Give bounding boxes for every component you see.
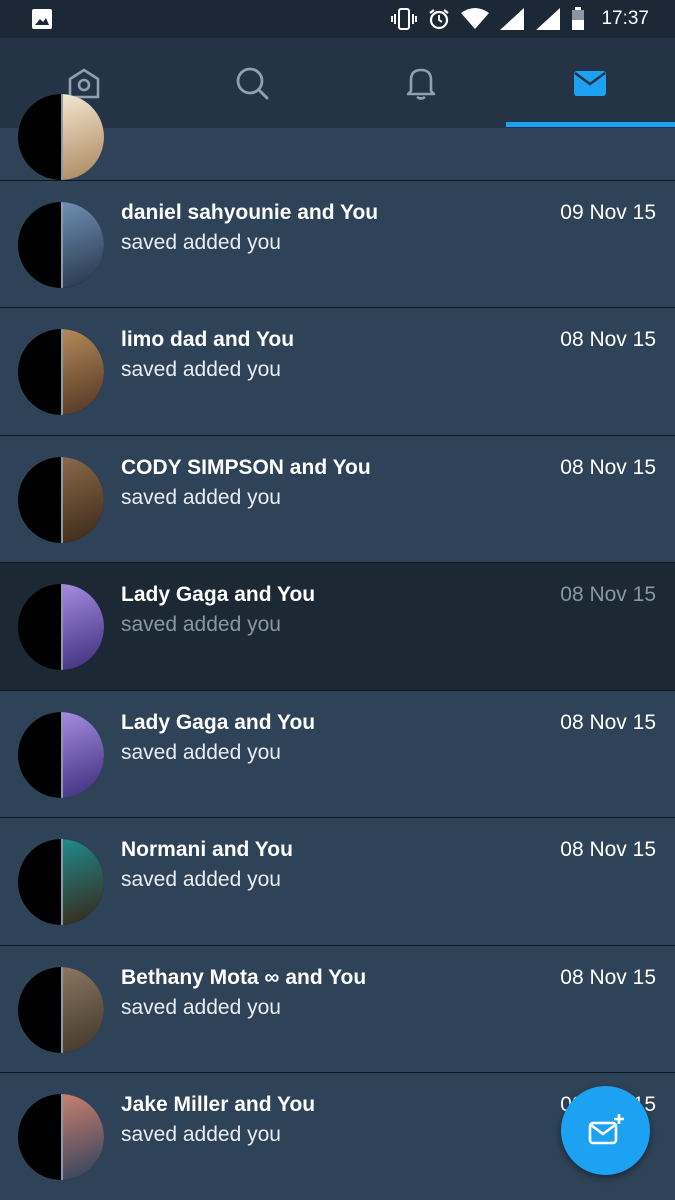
avatar — [18, 584, 104, 670]
list-item[interactable]: CODY SIMPSON and You saved added you 08 No… — [0, 435, 675, 563]
avatar-photo — [63, 1094, 104, 1180]
vibrate-icon — [391, 8, 418, 30]
avatar — [18, 329, 104, 415]
message-preview: saved added you — [121, 358, 281, 381]
avatar — [18, 712, 104, 798]
list-item-partial[interactable] — [0, 94, 675, 180]
message-preview: saved added you — [121, 231, 281, 254]
list-item[interactable]: Lady Gaga and You saved added you 08 Nov 1… — [0, 562, 675, 690]
conversation-name: Lady Gaga and You — [121, 711, 316, 734]
tab-messages[interactable] — [506, 38, 674, 128]
status-time: 17:37 — [601, 8, 649, 29]
compose-message-icon — [588, 1113, 624, 1144]
new-message-button[interactable] — [561, 1086, 650, 1175]
search-icon — [236, 67, 269, 100]
avatar — [18, 202, 104, 288]
mail-icon — [574, 71, 606, 96]
message-preview: saved added you — [121, 996, 281, 1019]
battery-icon — [572, 7, 585, 30]
conversation-name: Lady Gaga and You — [121, 583, 316, 606]
message-preview: saved added you — [121, 741, 281, 764]
conversation-name: daniel sahyounie and You — [121, 201, 379, 224]
tab-search[interactable] — [168, 38, 336, 128]
message-preview: saved added you — [121, 868, 281, 891]
list-item[interactable]: Normani and You saved added you 08 Nov 15 — [0, 817, 675, 945]
list-item[interactable]: Lady Gaga and You saved added you 08 Nov 1… — [0, 690, 675, 818]
message-preview: saved added you — [121, 486, 281, 509]
avatar-photo — [63, 967, 104, 1053]
tab-notifications[interactable] — [337, 38, 505, 128]
conversation-name: Normani and You — [121, 838, 293, 861]
status-icons: 17:37 — [391, 6, 649, 32]
list-item[interactable]: limo dad and You saved added you 08 Nov 15 — [0, 307, 675, 435]
avatar-photo — [63, 712, 104, 798]
avatar-photo — [63, 329, 104, 415]
message-date: 08 Nov 15 — [560, 838, 656, 861]
message-date: 08 Nov 15 — [560, 711, 656, 734]
list-item[interactable]: daniel sahyounie and You saved added you 0… — [0, 180, 675, 308]
avatar-photo — [63, 839, 104, 925]
signal-icon — [500, 8, 525, 30]
conversation-name: limo dad and You — [121, 328, 295, 351]
signal-icon-2 — [536, 8, 561, 30]
avatar — [18, 839, 104, 925]
avatar — [18, 94, 104, 180]
wifi-icon — [461, 8, 490, 29]
avatar — [18, 967, 104, 1053]
bell-icon — [406, 68, 436, 100]
message-date: 09 Nov 15 — [560, 201, 656, 224]
status-bar: 17:37 — [0, 0, 675, 38]
conversation-name: CODY SIMPSON and You — [121, 456, 371, 479]
message-date: 08 Nov 15 — [560, 583, 656, 606]
avatar — [18, 1094, 104, 1180]
message-preview: saved added you — [121, 1123, 281, 1146]
message-date: 08 Nov 15 — [560, 966, 656, 989]
avatar-photo — [63, 584, 104, 670]
message-date: 08 Nov 15 — [560, 328, 656, 351]
message-preview: saved added you — [121, 613, 281, 636]
alarm-icon — [429, 9, 450, 30]
list-item[interactable]: Bethany Mota ∞ and You saved added you 08 … — [0, 945, 675, 1073]
message-date: 08 Nov 15 — [560, 456, 656, 479]
conversation-name: Bethany Mota ∞ and You — [121, 966, 367, 989]
avatar — [18, 457, 104, 543]
avatar-photo — [63, 202, 104, 288]
active-tab-indicator — [506, 122, 675, 127]
avatar-photo — [63, 457, 104, 543]
conversation-name: Jake Miller and You — [121, 1093, 316, 1116]
image-notification-icon — [32, 9, 52, 29]
